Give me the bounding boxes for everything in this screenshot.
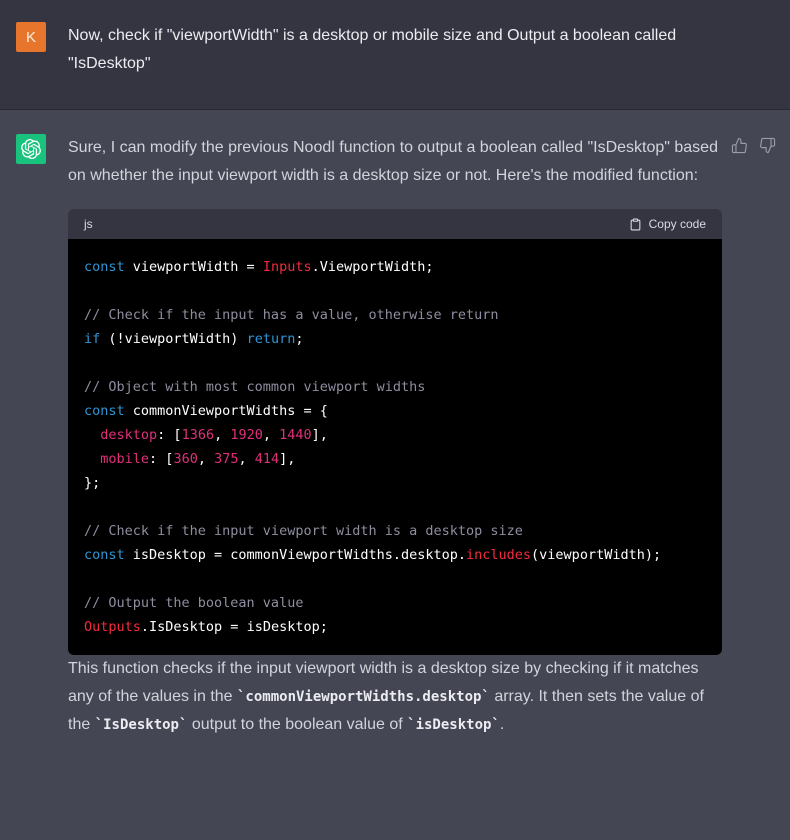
user-avatar-letter: K [26, 30, 36, 45]
assistant-avatar [16, 134, 46, 164]
assistant-message: Sure, I can modify the previous Noodl fu… [0, 110, 790, 840]
user-message: K Now, check if "viewportWidth" is a des… [0, 0, 790, 110]
chat-page: K Now, check if "viewportWidth" is a des… [0, 0, 790, 840]
code-block-header: js Copy code [68, 209, 722, 239]
thumbs-up-button[interactable] [731, 137, 748, 154]
assistant-message-content: Sure, I can modify the previous Noodl fu… [68, 134, 722, 739]
openai-logo-icon [21, 139, 41, 159]
user-message-text: Now, check if "viewportWidth" is a deskt… [68, 22, 722, 78]
code-content: const viewportWidth = Inputs.ViewportWid… [68, 239, 722, 655]
user-message-content: Now, check if "viewportWidth" is a deskt… [68, 22, 722, 78]
thumbs-down-icon [759, 142, 776, 157]
thumbs-down-button[interactable] [759, 137, 776, 154]
copy-code-button[interactable]: Copy code [629, 217, 706, 232]
code-block: js Copy code const viewportWidth = Input… [68, 209, 722, 655]
assistant-intro-text: Sure, I can modify the previous Noodl fu… [68, 134, 722, 190]
user-avatar: K [16, 22, 46, 52]
code-language-label: js [84, 217, 93, 231]
feedback-buttons [731, 137, 776, 154]
thumbs-up-icon [731, 142, 748, 157]
copy-code-label: Copy code [649, 217, 706, 231]
assistant-outro-text: This function checks if the input viewpo… [68, 655, 722, 739]
clipboard-icon [629, 217, 642, 232]
